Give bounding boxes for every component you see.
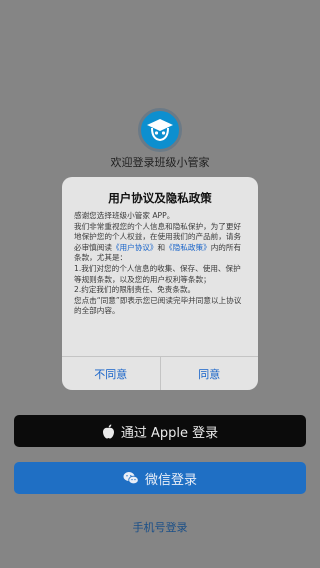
agree-button[interactable]: 同意 (161, 357, 259, 390)
dialog-actions: 不同意 同意 (62, 356, 258, 390)
apple-login-label: 通过 Apple 登录 (120, 425, 219, 441)
dialog-clause-1: 1.我们对您的个人信息的收集、保存、使用、保护等规则条款，以及您的用户权利等条款… (74, 263, 241, 284)
dialog-title: 用户协议及隐私政策 (108, 191, 212, 205)
wechat-login-label: 微信登录 (144, 472, 197, 488)
phone-login-link[interactable]: 手机号登录 (0, 519, 320, 535)
privacy-policy-link[interactable]: 《隐私政策》 (165, 243, 211, 252)
dialog-consent-text: 您点击“同意”即表示您已阅读完毕并同意以上协议的全部内容。 (74, 295, 242, 316)
dialog-and-text: 和 (157, 242, 166, 252)
apple-login-button[interactable]: 通过 Apple 登录 (14, 415, 306, 447)
apple-icon (102, 424, 115, 439)
wechat-icon (123, 471, 139, 485)
app-logo (138, 108, 182, 152)
dialog-body: 感谢您选择班级小管家 APP。 我们非常重视您的个人信息和隐私保护，为了更好地保… (74, 211, 246, 349)
dialog-thanks-text: 感谢您选择班级小管家 APP。 (74, 211, 175, 220)
graduation-cap-face-icon (147, 119, 173, 142)
wechat-login-button[interactable]: 微信登录 (14, 462, 306, 494)
dialog-clause-2: 2.约定我们的限制责任、免责条款。 (74, 285, 196, 295)
privacy-agreement-dialog: 用户协议及隐私政策 感谢您选择班级小管家 APP。 我们非常重视您的个人信息和隐… (62, 177, 258, 390)
dialog-intro-paragraph: 我们非常重视您的个人信息和隐私保护，为了更好地保护您的个人权益，在使用我们的产品… (74, 222, 246, 264)
welcome-text: 欢迎登录班级小管家 (110, 156, 210, 169)
user-agreement-link[interactable]: 《用户协议》 (112, 243, 158, 252)
disagree-button[interactable]: 不同意 (62, 357, 161, 390)
